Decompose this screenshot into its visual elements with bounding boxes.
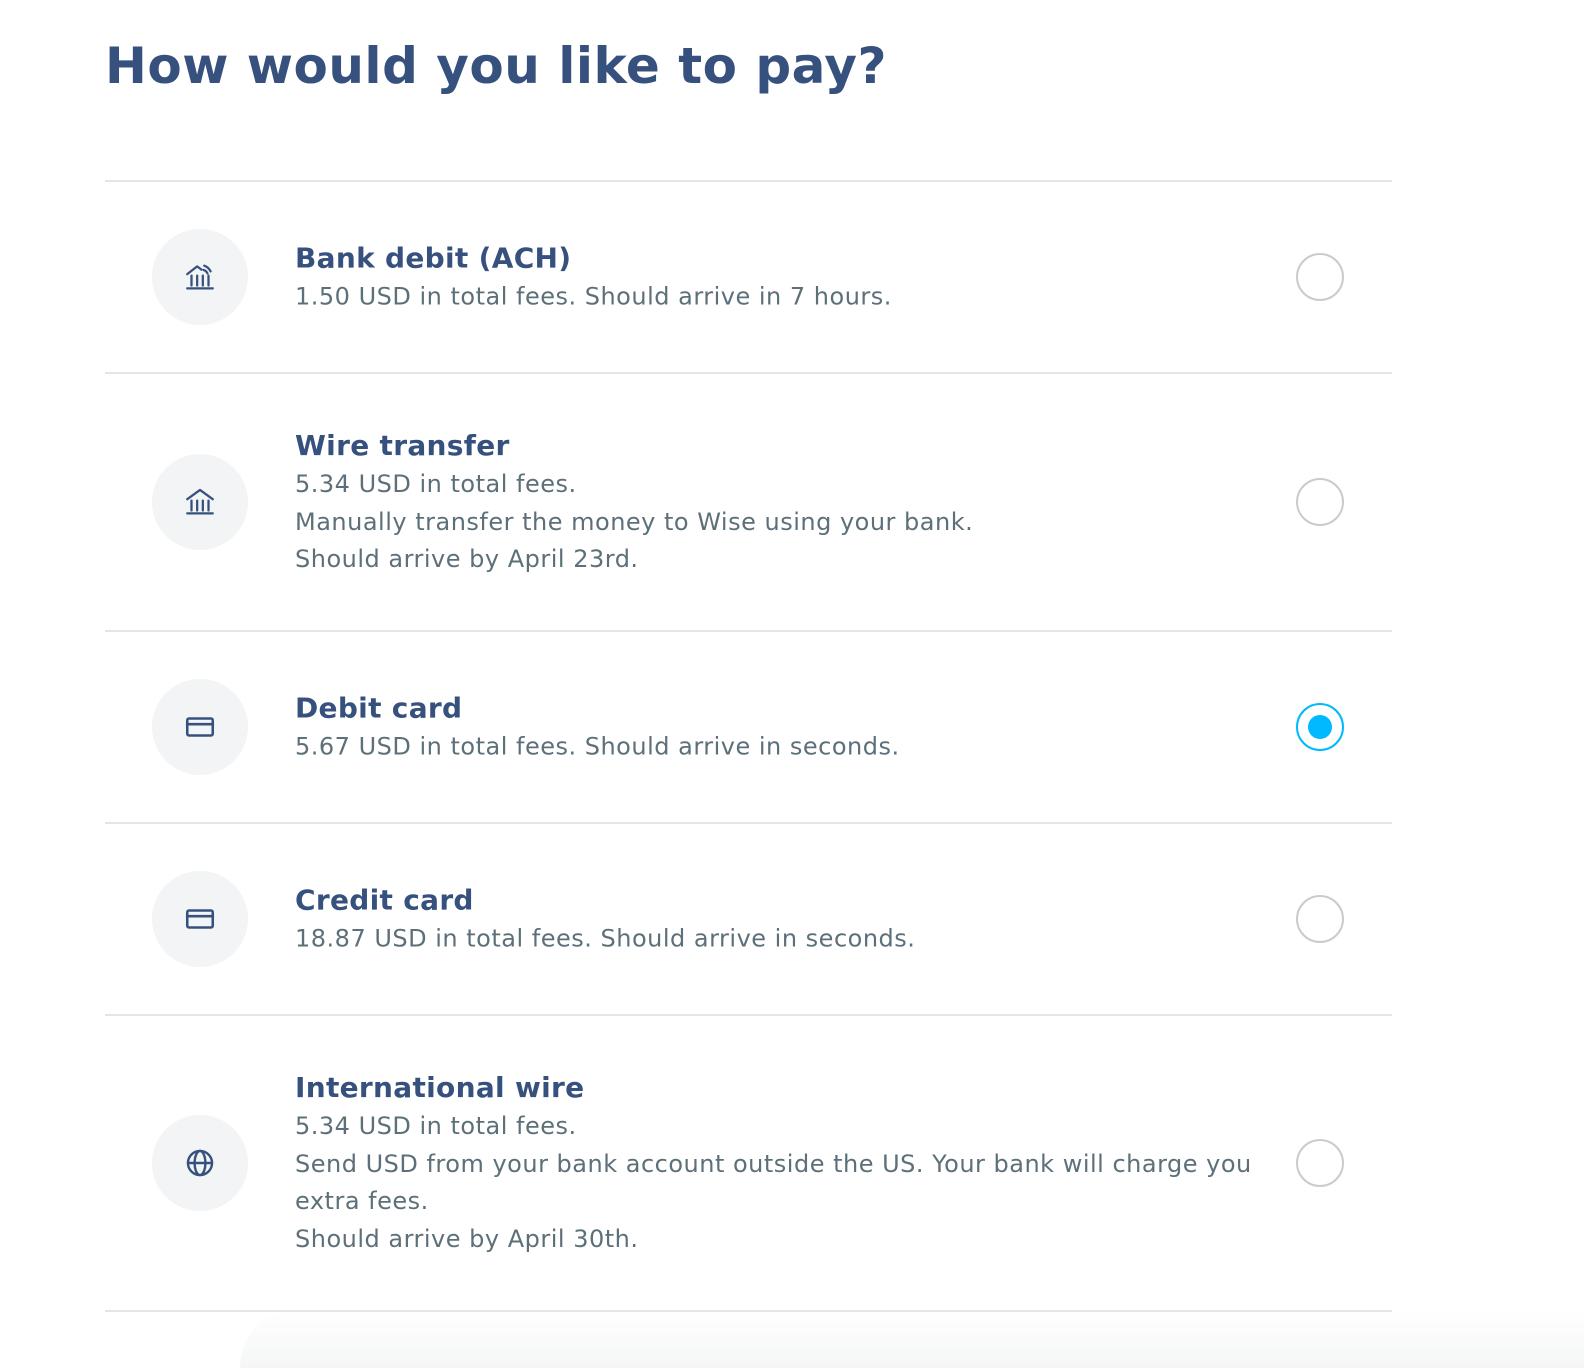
radio-wire-transfer[interactable] bbox=[1296, 478, 1344, 526]
option-wire-transfer[interactable]: Wire transfer 5.34 USD in total fees. Ma… bbox=[105, 374, 1392, 632]
option-description: 5.67 USD in total fees. Should arrive in… bbox=[295, 732, 900, 761]
radio-bank-debit[interactable] bbox=[1296, 253, 1344, 301]
bottom-panel-edge bbox=[240, 1308, 1584, 1368]
globe-icon bbox=[152, 1115, 248, 1211]
card-icon bbox=[152, 871, 248, 967]
option-description: 1.50 USD in total fees. Should arrive in… bbox=[295, 282, 892, 311]
radio-debit-card[interactable] bbox=[1296, 703, 1344, 751]
option-description: Manually transfer the money to Wise usin… bbox=[295, 507, 974, 536]
page-title: How would you like to pay? bbox=[105, 37, 887, 95]
option-debit-card[interactable]: Debit card 5.67 USD in total fees. Shoul… bbox=[105, 632, 1392, 824]
option-description: Send USD from your bank account outside … bbox=[295, 1149, 1252, 1216]
payment-options-list: Bank debit (ACH) 1.50 USD in total fees.… bbox=[105, 180, 1392, 1312]
option-title: Credit card bbox=[295, 883, 474, 917]
option-description: Should arrive by April 23rd. bbox=[295, 544, 639, 573]
option-title: Debit card bbox=[295, 691, 463, 725]
bank-fast-icon bbox=[152, 229, 248, 325]
option-bank-debit[interactable]: Bank debit (ACH) 1.50 USD in total fees.… bbox=[105, 182, 1392, 374]
option-description: Should arrive by April 30th. bbox=[295, 1224, 639, 1253]
option-description: 5.34 USD in total fees. bbox=[295, 1112, 577, 1140]
card-icon bbox=[152, 679, 248, 775]
option-description: 5.34 USD in total fees. bbox=[295, 469, 577, 498]
radio-international-wire[interactable] bbox=[1296, 1139, 1344, 1187]
option-description: 18.87 USD in total fees. Should arrive i… bbox=[295, 924, 916, 953]
option-international-wire[interactable]: International wire 5.34 USD in total fee… bbox=[105, 1016, 1392, 1312]
option-credit-card[interactable]: Credit card 18.87 USD in total fees. Sho… bbox=[105, 824, 1392, 1016]
option-title: Bank debit (ACH) bbox=[295, 241, 572, 275]
radio-credit-card[interactable] bbox=[1296, 895, 1344, 943]
option-title: International wire bbox=[295, 1071, 585, 1104]
bank-icon bbox=[152, 454, 248, 550]
option-title: Wire transfer bbox=[295, 428, 510, 462]
